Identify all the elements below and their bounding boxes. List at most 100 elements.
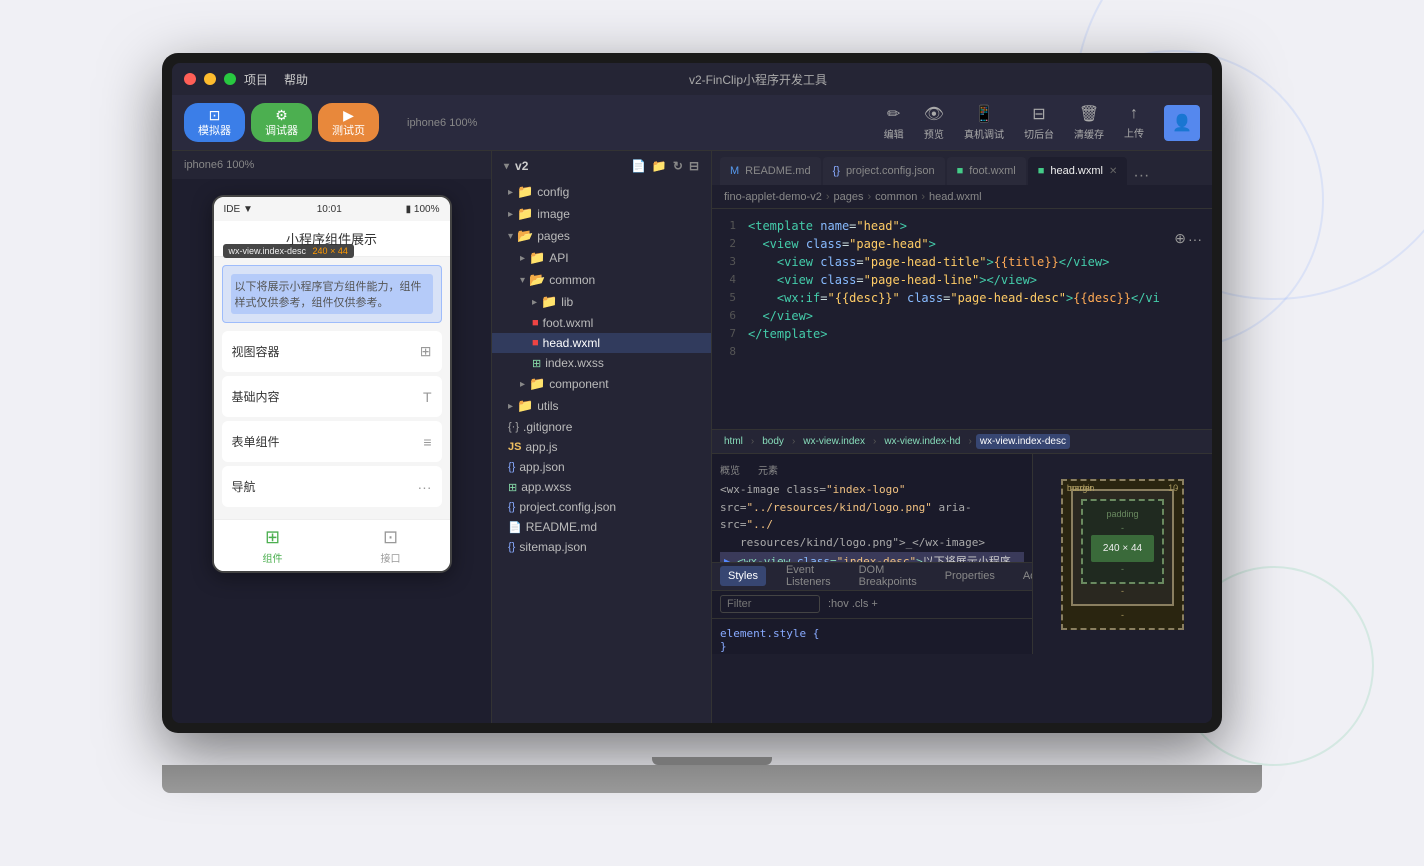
tree-item-utils[interactable]: 📁 utils xyxy=(492,395,711,417)
code-editor[interactable]: 1 <template name="head"> 2 <view class="… xyxy=(712,209,1212,429)
toolbar-action-edit[interactable]: ✏ 编辑 xyxy=(884,104,904,141)
dom-breadcrumb: html › body › wx-view.index › wx-view.in… xyxy=(712,430,1212,454)
tree-item-app-json[interactable]: {} app.json xyxy=(492,457,711,477)
styles-tab-access[interactable]: Accessibility xyxy=(1015,566,1032,586)
styles-tab-props[interactable]: Properties xyxy=(937,566,1003,586)
phone-content-text: 以下将展示小程序官方组件能力，组件样式仅供参考，组件仅供参考。 xyxy=(231,274,433,314)
laptop-notch xyxy=(652,757,772,765)
tree-item-app-js[interactable]: JS app.js xyxy=(492,437,711,457)
toolbar-action-preview[interactable]: 👁 预览 xyxy=(924,104,944,141)
form-icon: ≡ xyxy=(423,434,431,450)
tab-readme[interactable]: M README.md xyxy=(720,157,821,185)
close-button[interactable] xyxy=(184,73,196,85)
tree-action-refresh[interactable]: ↻ xyxy=(673,159,683,173)
nav-item-component[interactable]: ⊞ 组件 xyxy=(214,520,332,571)
tree-item-lib-label: lib xyxy=(561,295,573,309)
testpage-button[interactable]: ▶ 测试页 xyxy=(318,103,379,142)
simulator-button[interactable]: ⊡ 模拟器 xyxy=(184,103,245,142)
tab-foot-wxml[interactable]: ■ foot.wxml xyxy=(947,157,1026,185)
tree-item-lib[interactable]: 📁 lib xyxy=(492,291,711,313)
phone-preview-area: IDE ▼ 10:01 ▮ 100% 小程序组件展示 ··· ⊕ xyxy=(172,179,491,723)
code-preview-line-2: resources/kind/logo.png">_</wx-image> xyxy=(720,534,1024,552)
code-line-5: 5 <wx:if="{{desc}}" class="page-head-des… xyxy=(712,289,1212,307)
tree-action-collapse[interactable]: ⊟ xyxy=(689,159,699,173)
tree-item-project-config[interactable]: {} project.config.json xyxy=(492,497,711,517)
box-model-panel: margin 10 border - padding - xyxy=(1032,454,1212,654)
tree-item-common[interactable]: 📂 common xyxy=(492,269,711,291)
foot-wxml-tab-label: foot.wxml xyxy=(969,165,1015,177)
minimize-button[interactable] xyxy=(204,73,216,85)
status-right: ▮ 100% xyxy=(406,204,440,215)
clear-label: 清缓存 xyxy=(1074,126,1104,141)
filter-row: :hov .cls + xyxy=(712,591,1032,619)
api-nav-label: 接口 xyxy=(381,550,401,565)
status-time: 10:01 xyxy=(317,204,342,215)
styles-tab-dom-bp[interactable]: DOM Breakpoints xyxy=(851,563,925,593)
tree-item-app-js-label: app.js xyxy=(525,440,557,454)
lib-folder-icon: 📁 xyxy=(541,294,557,310)
dom-tag-wx-view-index-hd[interactable]: wx-view.index-hd xyxy=(880,434,964,449)
style-filter-input[interactable] xyxy=(720,595,820,613)
tree-item-pages[interactable]: 📂 pages xyxy=(492,225,711,247)
list-item-basic[interactable]: 基础内容 T xyxy=(222,376,442,417)
toolbar-action-clear[interactable]: 🗑 清缓存 xyxy=(1074,104,1104,141)
readme-tab-icon: M xyxy=(730,165,739,177)
menu-item-project[interactable]: 项目 xyxy=(244,71,268,88)
app-wxss-icon: ⊞ xyxy=(508,481,517,494)
foot-wxml-icon: ■ xyxy=(532,317,539,329)
tree-item-image[interactable]: 📁 image xyxy=(492,203,711,225)
more-tabs-button[interactable]: ··· xyxy=(1129,167,1153,185)
tree-item-component[interactable]: 📁 component xyxy=(492,373,711,395)
list-item-views[interactable]: 视图容器 ⊞ xyxy=(222,331,442,372)
dom-tag-wx-view-index[interactable]: wx-view.index xyxy=(799,434,869,449)
edit-label: 编辑 xyxy=(884,126,904,141)
menu-item-help[interactable]: 帮助 xyxy=(284,71,308,88)
tree-action-new-file[interactable]: 📄 xyxy=(631,159,646,173)
tree-item-api[interactable]: 📁 API xyxy=(492,247,711,269)
dom-tag-wx-view-index-desc[interactable]: wx-view.index-desc xyxy=(976,434,1070,449)
code-line-6: 6 </view> xyxy=(712,307,1212,325)
tree-item-gitignore[interactable]: {·} .gitignore xyxy=(492,417,711,437)
tree-item-config[interactable]: 📁 config xyxy=(492,181,711,203)
iphone-label: iphone6 100% xyxy=(407,117,477,129)
tree-item-readme-label: README.md xyxy=(526,520,597,534)
dom-tag-body[interactable]: body xyxy=(758,434,788,449)
simulator-icon: ⊡ xyxy=(209,107,221,124)
debugger-button[interactable]: ⚙ 调试器 xyxy=(251,103,312,142)
nav-icon: ··· xyxy=(418,479,432,495)
styles-tab-styles[interactable]: Styles xyxy=(720,566,766,586)
styles-tab-event[interactable]: Event Listeners xyxy=(778,563,839,593)
toolbar-action-real-device[interactable]: 📱 真机调试 xyxy=(964,104,1004,141)
tree-item-sitemap[interactable]: {} sitemap.json xyxy=(492,537,711,557)
titlebar-title: v2-FinClip小程序开发工具 xyxy=(316,71,1200,88)
root-caret[interactable] xyxy=(504,161,509,172)
tree-item-foot-wxml[interactable]: ■ foot.wxml xyxy=(492,313,711,333)
tab-project-config[interactable]: {} project.config.json xyxy=(823,157,945,185)
app-js-icon: JS xyxy=(508,441,521,453)
tree-item-app-wxss[interactable]: ⊞ app.wxss xyxy=(492,477,711,497)
maximize-button[interactable] xyxy=(224,73,236,85)
phone-device-label: iphone6 100% xyxy=(184,159,254,171)
nav-item-api[interactable]: ⊡ 接口 xyxy=(332,520,450,571)
tree-item-readme[interactable]: 📄 README.md xyxy=(492,517,711,537)
tree-item-head-wxml[interactable]: ■ head.wxml xyxy=(492,333,711,353)
tab-head-wxml[interactable]: ■ head.wxml ✕ xyxy=(1028,157,1128,185)
list-item-form[interactable]: 表单组件 ≡ xyxy=(222,421,442,462)
head-wxml-close-btn[interactable]: ✕ xyxy=(1109,166,1117,177)
config-folder-icon: 📁 xyxy=(517,184,533,200)
toolbar-action-background[interactable]: ⊟ 切后台 xyxy=(1024,104,1054,141)
project-config-tab-icon: {} xyxy=(833,165,840,177)
app-json-icon: {} xyxy=(508,461,515,473)
box-model: margin 10 border - padding - xyxy=(1033,454,1212,654)
dom-tag-html[interactable]: html xyxy=(720,434,747,449)
head-wxml-icon: ■ xyxy=(532,337,539,349)
tree-item-api-label: API xyxy=(549,251,568,265)
toolbar-action-upload[interactable]: ↑ 上传 xyxy=(1124,105,1144,140)
list-item-nav[interactable]: 导航 ··· xyxy=(222,466,442,507)
upload-label: 上传 xyxy=(1124,125,1144,140)
user-avatar[interactable]: 👤 xyxy=(1164,105,1200,141)
head-wxml-tab-icon: ■ xyxy=(1038,165,1045,177)
tree-item-index-wxss[interactable]: ⊞ index.wxss xyxy=(492,353,711,373)
tree-action-new-folder[interactable]: 📁 xyxy=(652,159,667,173)
lib-caret xyxy=(532,297,537,308)
